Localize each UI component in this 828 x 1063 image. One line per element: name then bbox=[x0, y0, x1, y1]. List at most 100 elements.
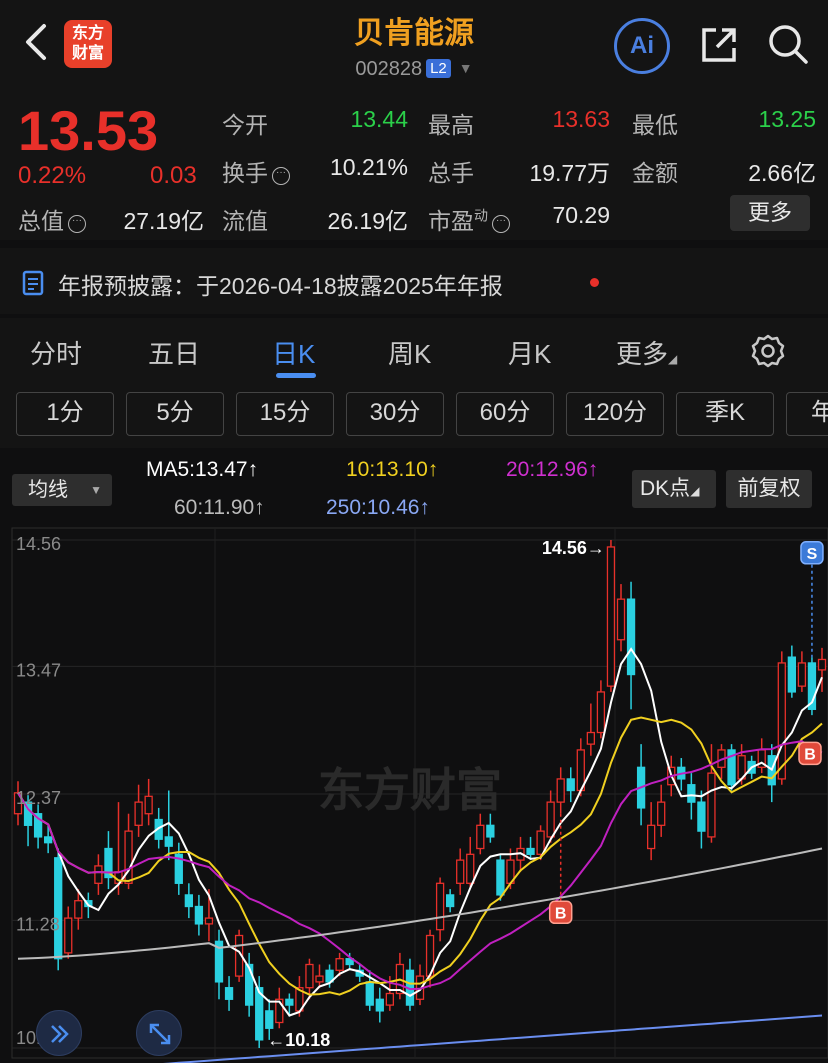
candle-body bbox=[606, 546, 616, 687]
period-15min[interactable]: 15分 bbox=[236, 392, 334, 436]
period-quarter-k[interactable]: 季K bbox=[676, 392, 774, 436]
indicator-bar: 均线 ▼ MA5:13.47↑ 10:13.10↑ 20:12.96↑ 60:11… bbox=[0, 452, 828, 524]
high-price-label: 14.56→ bbox=[542, 538, 605, 558]
tab-weekly-k[interactable]: 周K bbox=[388, 334, 431, 371]
notice-banner[interactable]: 年报预披露：于2026-04-18披露2025年年报 bbox=[0, 248, 828, 314]
candle-body bbox=[285, 998, 294, 1006]
tab-more-label: 更多 bbox=[616, 339, 669, 369]
candle-body bbox=[697, 801, 706, 832]
candle-body bbox=[787, 656, 796, 693]
candle-body bbox=[476, 824, 485, 850]
more-quote-button[interactable]: 更多 bbox=[730, 195, 810, 231]
ma10-value: 10:13.10↑ bbox=[346, 458, 439, 481]
candle-body bbox=[496, 859, 505, 896]
pe-label-sup: 动 bbox=[474, 207, 488, 224]
candle-body bbox=[204, 917, 214, 925]
expand-arrows-icon[interactable] bbox=[36, 1010, 82, 1056]
candle-body bbox=[566, 778, 575, 792]
period-120min[interactable]: 120分 bbox=[566, 392, 664, 436]
corner-triangle-icon: ◢ bbox=[690, 484, 700, 498]
turnover-value: 10.21% bbox=[329, 154, 408, 180]
candle-body bbox=[315, 975, 324, 983]
tab-more[interactable]: 更多◢ bbox=[616, 334, 677, 371]
ma250-value: 250:10.46↑ bbox=[326, 496, 430, 519]
candle-body bbox=[456, 859, 465, 884]
ma60-line bbox=[17, 847, 823, 960]
volume-value: 19.77万 bbox=[529, 160, 610, 186]
candle-body bbox=[707, 772, 716, 838]
candle-body bbox=[305, 963, 314, 989]
pe-label-text: 市盈 bbox=[428, 208, 474, 234]
candle-body bbox=[335, 958, 344, 971]
tab-daily-k[interactable]: 日K bbox=[272, 334, 315, 371]
tab-five-day[interactable]: 五日 bbox=[148, 334, 200, 371]
quote-panel: 13.53 0.22% 0.03 今开 13.44 最高 13.63 最低 13… bbox=[0, 90, 828, 240]
unread-dot bbox=[590, 278, 599, 287]
market-cap-label-text: 总值 bbox=[18, 208, 64, 234]
candle-body bbox=[385, 992, 395, 1006]
period-60min[interactable]: 60分 bbox=[456, 392, 554, 436]
candle-body bbox=[74, 900, 83, 919]
candle-body bbox=[536, 830, 545, 855]
candle-body bbox=[435, 882, 445, 931]
candle-body bbox=[466, 853, 475, 884]
info-dots-icon[interactable]: ··· bbox=[272, 167, 290, 185]
indicator-selector-label: 均线 bbox=[28, 479, 68, 501]
low-label: 最低 bbox=[632, 112, 678, 138]
volume-label: 总手 bbox=[428, 160, 474, 186]
watermark: 东方财富 bbox=[318, 764, 502, 816]
candle-body bbox=[94, 865, 103, 884]
share-icon[interactable] bbox=[698, 24, 740, 66]
y-tick-label: 13.47 bbox=[16, 660, 61, 680]
candle-body bbox=[445, 894, 455, 908]
candlestick-chart[interactable]: 东方财富 14.5613.4712.3711.2810.1814.56→←10.… bbox=[0, 526, 828, 1063]
candle-body bbox=[365, 981, 374, 1006]
market-cap-label: 总值 ··· bbox=[18, 202, 86, 236]
turnover-label-text: 换手 bbox=[222, 160, 268, 186]
info-dots-icon[interactable]: ··· bbox=[68, 215, 86, 233]
market-cap-value: 27.19亿 bbox=[123, 208, 204, 234]
candle-body bbox=[486, 824, 495, 838]
fullscreen-icon[interactable] bbox=[136, 1010, 182, 1056]
candle-body bbox=[44, 836, 53, 844]
forward-adjust-button[interactable]: 前复权 bbox=[726, 470, 812, 508]
ma5-value: MA5:13.47↑ bbox=[146, 458, 259, 481]
change-percent: 0.22% bbox=[18, 162, 87, 189]
ma60-value: 60:11.90↑ bbox=[174, 496, 265, 519]
corner-triangle-icon: ◢ bbox=[668, 352, 678, 366]
header-bar: 东方 财富 贝肯能源 002828 L2 ▼ Ai bbox=[0, 0, 828, 90]
tab-monthly-k[interactable]: 月K bbox=[508, 334, 551, 371]
float-cap-value: 26.19亿 bbox=[327, 208, 408, 234]
chart-tabs: 分时 五日 日K 周K 月K 更多◢ bbox=[0, 318, 828, 386]
candle-body bbox=[797, 662, 807, 687]
candle-body bbox=[265, 1010, 274, 1029]
candle-body bbox=[134, 801, 143, 826]
stock-code: 002828 bbox=[355, 58, 423, 80]
ai-assistant-button[interactable]: Ai bbox=[614, 18, 670, 74]
candle-body bbox=[224, 987, 234, 1000]
caret-down-icon: ▼ bbox=[458, 60, 473, 76]
period-1min[interactable]: 1分 bbox=[16, 392, 114, 436]
low-price-label: ←10.18 bbox=[267, 1030, 330, 1050]
notice-text: 年报预披露：于2026-04-18披露2025年年报 bbox=[58, 273, 503, 299]
ma20-value: 20:12.96↑ bbox=[506, 458, 599, 481]
period-year-k[interactable]: 年 bbox=[786, 392, 828, 436]
period-5min[interactable]: 5分 bbox=[126, 392, 224, 436]
change-amount: 0.03 bbox=[150, 162, 197, 189]
candle-body bbox=[616, 598, 626, 641]
candle-body bbox=[54, 857, 63, 960]
period-selector: 1分 5分 15分 30分 60分 120分 季K 年 bbox=[0, 386, 828, 448]
open-value: 13.44 bbox=[350, 106, 408, 132]
candle-body bbox=[657, 801, 666, 826]
candle-body bbox=[687, 784, 696, 803]
gear-icon[interactable] bbox=[750, 333, 786, 369]
candle-body bbox=[586, 731, 595, 745]
dk-point-label: DK点 bbox=[640, 477, 691, 500]
period-30min[interactable]: 30分 bbox=[346, 392, 444, 436]
dk-point-button[interactable]: DK点◢ bbox=[632, 470, 716, 508]
buy-marker-text: B bbox=[555, 905, 567, 922]
tab-intraday[interactable]: 分时 bbox=[30, 334, 82, 371]
search-icon[interactable] bbox=[766, 22, 810, 66]
float-cap-label: 流值 bbox=[222, 208, 268, 234]
indicator-selector[interactable]: 均线 ▼ bbox=[12, 474, 112, 506]
